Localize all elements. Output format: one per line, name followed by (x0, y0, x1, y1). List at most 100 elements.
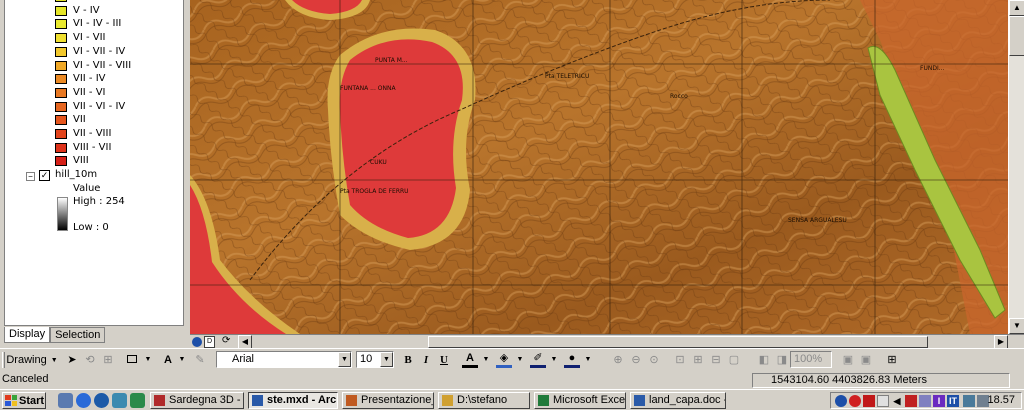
chevron-down-icon[interactable]: ▼ (338, 352, 351, 367)
legend-swatch[interactable] (55, 115, 67, 126)
toc-scroll-edge (183, 0, 184, 326)
map-label: Pta TROGLA DE FERRU (340, 188, 409, 195)
legend-label: VI - VII (73, 32, 106, 44)
change-layout-icon[interactable]: ⊞ (884, 352, 900, 368)
scroll-down-button[interactable]: ▼ (1009, 318, 1024, 334)
bold-button[interactable]: B (400, 352, 416, 368)
monitor-icon[interactable] (963, 395, 975, 407)
select-elements-icon[interactable]: ➤ (64, 352, 80, 368)
legend-swatch[interactable] (55, 0, 67, 2)
zoom-percent-select: 100% (790, 351, 832, 368)
quicklaunch-app-icon[interactable] (112, 393, 127, 408)
table-of-contents: III - IVV - IVVI - IV - IIIVI - VIIVI - … (0, 0, 188, 346)
italic-button[interactable]: I (418, 352, 434, 368)
start-button[interactable]: Start (2, 392, 46, 409)
drawing-menu[interactable]: Drawing ▼ (6, 352, 57, 368)
toc-layer-list[interactable]: III - IVV - IVVI - IV - IIIVI - VIIVI - … (4, 0, 184, 326)
taskbar-button[interactable]: ste.mxd - Arc... (248, 392, 338, 409)
font-name-select[interactable]: Arial ▼ (216, 351, 352, 368)
legend-swatch[interactable] (55, 101, 67, 112)
legend-swatch[interactable] (55, 60, 67, 71)
quicklaunch-outlook-icon[interactable] (94, 393, 109, 408)
legend-label: V - IV (73, 4, 100, 16)
map-label: SENSA ARGUALESU (788, 217, 847, 224)
quicklaunch-arc-icon[interactable] (130, 393, 145, 408)
legend-label: VIII - VII (73, 141, 112, 153)
rectangle-tool-icon[interactable] (124, 352, 140, 368)
data-view-button[interactable] (192, 337, 202, 347)
taskbar-button-label: Microsoft Excel - ... (553, 394, 626, 406)
legend-swatch[interactable] (55, 142, 67, 153)
map-vertical-scrollbar[interactable]: ▲ ▼ (1008, 0, 1024, 334)
scroll-right-button[interactable]: ▶ (994, 335, 1008, 349)
language-icon[interactable]: IT (947, 395, 959, 407)
chevron-down-icon[interactable]: ▼ (140, 352, 156, 368)
legend-swatch[interactable] (55, 33, 67, 44)
zoom-percent-value: 100% (794, 353, 823, 365)
legend-swatch[interactable] (55, 46, 67, 57)
chevron-down-icon[interactable]: ▼ (174, 352, 190, 368)
fill-color-icon[interactable]: ◈ (496, 352, 512, 368)
legend-swatch[interactable] (55, 87, 67, 98)
chevron-down-icon[interactable]: ▼ (546, 352, 562, 368)
forward-extent-icon: ◨ (776, 354, 788, 366)
legend-swatch[interactable] (55, 74, 67, 85)
marker-color-icon[interactable]: ● (564, 352, 580, 368)
legend-swatch[interactable] (55, 129, 67, 139)
layer-hill-row[interactable]: − ✓ hill_10m (5, 169, 183, 183)
layer-visibility-checkbox[interactable]: ✓ (39, 170, 50, 181)
zoom-page-icon: ⊞ (693, 354, 703, 366)
arcmap-window: III - IVV - IVVI - IV - IIIVI - VIIVI - … (0, 0, 1024, 410)
font-color-icon[interactable]: A (462, 352, 478, 368)
back-extent-icon: ◧ (758, 354, 770, 366)
taskbar-button[interactable]: Sardegna 3D - B... (150, 392, 244, 409)
chevron-down-icon[interactable]: ▼ (380, 352, 393, 367)
taskbar-button[interactable]: D:\stefano (438, 392, 530, 409)
chevron-down-icon[interactable]: ▼ (580, 352, 596, 368)
tool-icon[interactable] (919, 395, 931, 407)
tab-display[interactable]: Display (4, 327, 51, 343)
refresh-icon[interactable]: ⟳ (222, 335, 230, 346)
taskbar-button[interactable]: Presentazione_S... (342, 392, 434, 409)
mail-icon[interactable] (877, 395, 889, 407)
scroll-up-button[interactable]: ▲ (1009, 0, 1024, 16)
scroll-thumb-horizontal[interactable] (428, 336, 928, 348)
legend-label: VI - IV - III (73, 18, 122, 30)
map-horizontal-scrollbar[interactable]: D ⟳ ◀ ▶ (190, 334, 1024, 349)
zoom-full-icon: ⊡ (675, 354, 685, 366)
underline-button[interactable]: U (436, 352, 452, 368)
layer-name[interactable]: hill_10m (55, 169, 97, 180)
network-icon[interactable] (835, 395, 847, 407)
high-value-label: High : 254 (73, 196, 125, 207)
chevron-down-icon[interactable]: ▼ (478, 352, 494, 368)
map-label: FUNDI... (920, 65, 945, 72)
acrobat-icon[interactable] (863, 395, 875, 407)
quicklaunch-ie-icon[interactable] (76, 393, 91, 408)
taskbar-button-label: land_capa.doc - ... (649, 394, 725, 406)
legend-swatch[interactable] (55, 19, 67, 30)
font-size-select[interactable]: 10 ▼ (356, 351, 394, 368)
line-color-icon[interactable]: ✐ (530, 352, 546, 368)
legend-swatch[interactable] (55, 156, 67, 167)
layout-view-button[interactable]: D (204, 336, 215, 348)
taskbar-button[interactable]: Microsoft Excel - ... (534, 392, 626, 409)
value-label: Value (73, 183, 101, 194)
display-icon[interactable] (905, 395, 917, 407)
toolbar-grip (2, 352, 5, 368)
scroll-left-button[interactable]: ◀ (238, 335, 252, 349)
quicklaunch-desktop-icon[interactable] (58, 393, 73, 408)
app-icon (252, 395, 263, 406)
legend-swatch[interactable] (55, 5, 67, 16)
focus-data-frame-icon: ▣ (860, 354, 872, 366)
map-view[interactable]: PUNTA M... FUNTANA ... ONNA Pta TELETRIC… (190, 0, 1008, 334)
tab-selection[interactable]: Selection (50, 327, 106, 343)
collapse-icon[interactable]: − (26, 172, 35, 181)
speaker-icon[interactable]: ◀ (891, 395, 903, 407)
legend-label: VII - IV (73, 73, 106, 85)
taskbar-button[interactable]: land_capa.doc - ... (630, 392, 726, 409)
scroll-thumb[interactable] (1009, 16, 1024, 56)
info-icon[interactable]: I (933, 395, 945, 407)
antivirus-icon[interactable] (849, 395, 861, 407)
chevron-down-icon[interactable]: ▼ (512, 352, 528, 368)
clock[interactable]: 18.57 (987, 394, 1015, 406)
